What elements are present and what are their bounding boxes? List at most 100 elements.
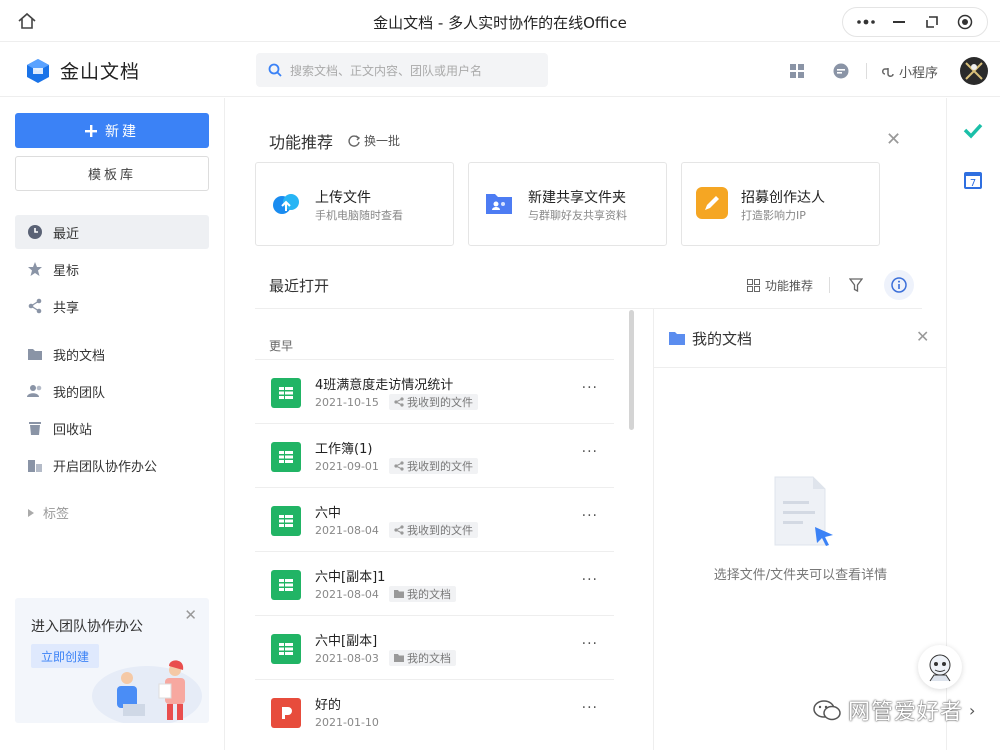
- presentation-icon: [271, 698, 301, 728]
- template-library-button[interactable]: 模板库: [15, 156, 209, 191]
- checkmark-app-icon[interactable]: [963, 122, 983, 144]
- mini-program-button[interactable]: 小程序: [881, 62, 938, 81]
- file-source-tag: 我的文档: [389, 650, 456, 666]
- watermark-text: 网管爱好者: [848, 700, 964, 725]
- more-options-icon[interactable]: ···: [582, 508, 598, 524]
- title-bar: 金山文档 - 多人实时协作的在线Office: [0, 0, 1000, 42]
- more-options-icon[interactable]: ···: [582, 700, 598, 716]
- feature-card-creator[interactable]: 招募创作达人 打造影响力IP: [681, 162, 880, 246]
- kdocs-logo-icon: [27, 58, 49, 83]
- app-logo[interactable]: 金山文档: [26, 57, 140, 84]
- file-row[interactable]: 六中 2021-08-04 我收到的文件 ···: [255, 487, 614, 551]
- file-name: 好的: [315, 698, 342, 713]
- header-divider: [865, 63, 867, 79]
- recent-file-list: 更早 4班满意度走访情况统计 2021-10-15 我收到的文件 ··· 工作簿…: [255, 309, 614, 750]
- file-source-tag: 我的文档: [389, 586, 456, 602]
- spreadsheet-icon: [271, 570, 301, 600]
- more-options-icon[interactable]: ···: [582, 636, 598, 652]
- new-button-label: 新建: [105, 123, 139, 140]
- grid-icon: [746, 278, 760, 292]
- spreadsheet-icon: [271, 634, 301, 664]
- cloud-upload-icon: [270, 187, 302, 219]
- file-source-tag: 我收到的文件: [389, 458, 478, 474]
- avatar[interactable]: [960, 57, 988, 85]
- sidebar-item-team-office[interactable]: 开启团队协作办公: [15, 448, 209, 482]
- new-button[interactable]: 新建: [15, 113, 209, 148]
- message-icon[interactable]: [830, 60, 852, 82]
- search-input[interactable]: 搜索文档、正文内容、团队或用户名: [256, 53, 548, 87]
- calendar-icon[interactable]: 7: [964, 171, 982, 193]
- grid-apps-icon[interactable]: [786, 60, 808, 82]
- watermark: 网管爱好者 ›: [812, 694, 976, 726]
- sidebar-item-my-team[interactable]: 我的团队: [15, 374, 209, 408]
- sidebar: 新建 模板库 最近 星标 共享 我的文档 我的团队 回收站 开启团队协作办公 标…: [0, 98, 225, 750]
- sidebar-item-trash[interactable]: 回收站: [15, 411, 209, 445]
- spreadsheet-icon: [271, 506, 301, 536]
- more-options-icon[interactable]: ···: [582, 572, 598, 588]
- feature-card-title: 上传文件: [315, 190, 371, 206]
- file-date: 2021-08-03: [315, 652, 379, 665]
- share-icon: [394, 525, 404, 535]
- detail-title: 我的文档: [692, 330, 753, 348]
- chevron-right-icon[interactable]: ›: [969, 701, 976, 720]
- file-row[interactable]: 六中[副本]1 2021-08-04 我的文档 ···: [255, 551, 614, 615]
- file-tag-label: 我的文档: [407, 652, 451, 665]
- sidebar-item-starred[interactable]: 星标: [15, 252, 209, 286]
- file-row[interactable]: 六中[副本] 2021-08-03 我的文档 ···: [255, 615, 614, 679]
- feature-card-desc: 打造影响力IP: [741, 209, 806, 222]
- record-icon[interactable]: [954, 11, 976, 33]
- feature-card-shared-folder[interactable]: 新建共享文件夹 与群聊好友共享资料: [468, 162, 667, 246]
- plus-icon: [85, 124, 97, 137]
- file-name: 工作簿(1): [315, 442, 373, 457]
- more-options-icon[interactable]: ···: [582, 380, 598, 396]
- restore-icon[interactable]: [921, 11, 943, 33]
- file-name: 六中[副本]: [315, 634, 378, 649]
- detail-empty-text: 选择文件/文件夹可以查看详情: [713, 568, 888, 583]
- file-row[interactable]: 工作簿(1) 2021-09-01 我收到的文件 ···: [255, 423, 614, 487]
- folder-icon: [394, 590, 404, 598]
- info-icon[interactable]: [884, 270, 914, 300]
- assistant-bot-icon[interactable]: [918, 645, 962, 689]
- empty-document-icon: [774, 476, 833, 546]
- list-scrollbar[interactable]: [629, 310, 634, 430]
- refresh-batch-button[interactable]: 换一批: [348, 132, 400, 149]
- mini-program-icon: [881, 68, 894, 77]
- file-row[interactable]: 好的 2021-01-10 ···: [255, 679, 614, 743]
- close-icon[interactable]: ✕: [916, 327, 929, 346]
- share-icon: [394, 397, 404, 407]
- search-placeholder: 搜索文档、正文内容、团队或用户名: [290, 63, 483, 78]
- window-controls: [842, 7, 988, 37]
- folder-icon: [394, 654, 404, 662]
- file-row[interactable]: 4班满意度走访情况统计 2021-10-15 我收到的文件 ···: [255, 359, 614, 423]
- share-icon: [394, 461, 404, 471]
- more-options-icon[interactable]: ···: [582, 444, 598, 460]
- file-source-tag: 我收到的文件: [389, 394, 478, 410]
- folder-icon: [27, 346, 43, 362]
- close-icon[interactable]: ✕: [184, 606, 197, 624]
- detail-panel: 我的文档 ✕ 选择文件/文件夹可以查看详情: [653, 309, 947, 750]
- trash-icon: [27, 420, 43, 436]
- tags-toggle[interactable]: 标签: [27, 503, 69, 522]
- share-icon: [27, 298, 43, 314]
- sidebar-item-my-docs[interactable]: 我的文档: [15, 337, 209, 371]
- sidebar-item-shared[interactable]: 共享: [15, 289, 209, 323]
- file-date: 2021-09-01: [315, 460, 379, 473]
- filter-icon[interactable]: [846, 275, 866, 295]
- group-label: 更早: [269, 339, 294, 353]
- team-illustration: [92, 660, 202, 723]
- file-name: 4班满意度走访情况统计: [315, 378, 454, 393]
- feature-recommend-toggle[interactable]: 功能推荐: [746, 277, 813, 294]
- minimize-icon[interactable]: [888, 11, 910, 33]
- more-dots-icon[interactable]: [855, 11, 877, 33]
- shared-folder-icon: [483, 187, 515, 219]
- feature-card-desc: 与群聊好友共享资料: [528, 209, 627, 222]
- sidebar-item-label: 共享: [53, 300, 80, 316]
- file-tag-label: 我收到的文件: [407, 396, 473, 409]
- close-icon[interactable]: ✕: [886, 129, 901, 150]
- feature-card-upload[interactable]: 上传文件 手机电脑随时查看: [255, 162, 454, 246]
- detail-header: 我的文档 ✕: [654, 309, 947, 368]
- search-icon: [268, 63, 282, 77]
- sidebar-item-recent[interactable]: 最近: [15, 215, 209, 249]
- refresh-icon: [348, 134, 360, 147]
- file-date: 2021-01-10: [315, 716, 379, 729]
